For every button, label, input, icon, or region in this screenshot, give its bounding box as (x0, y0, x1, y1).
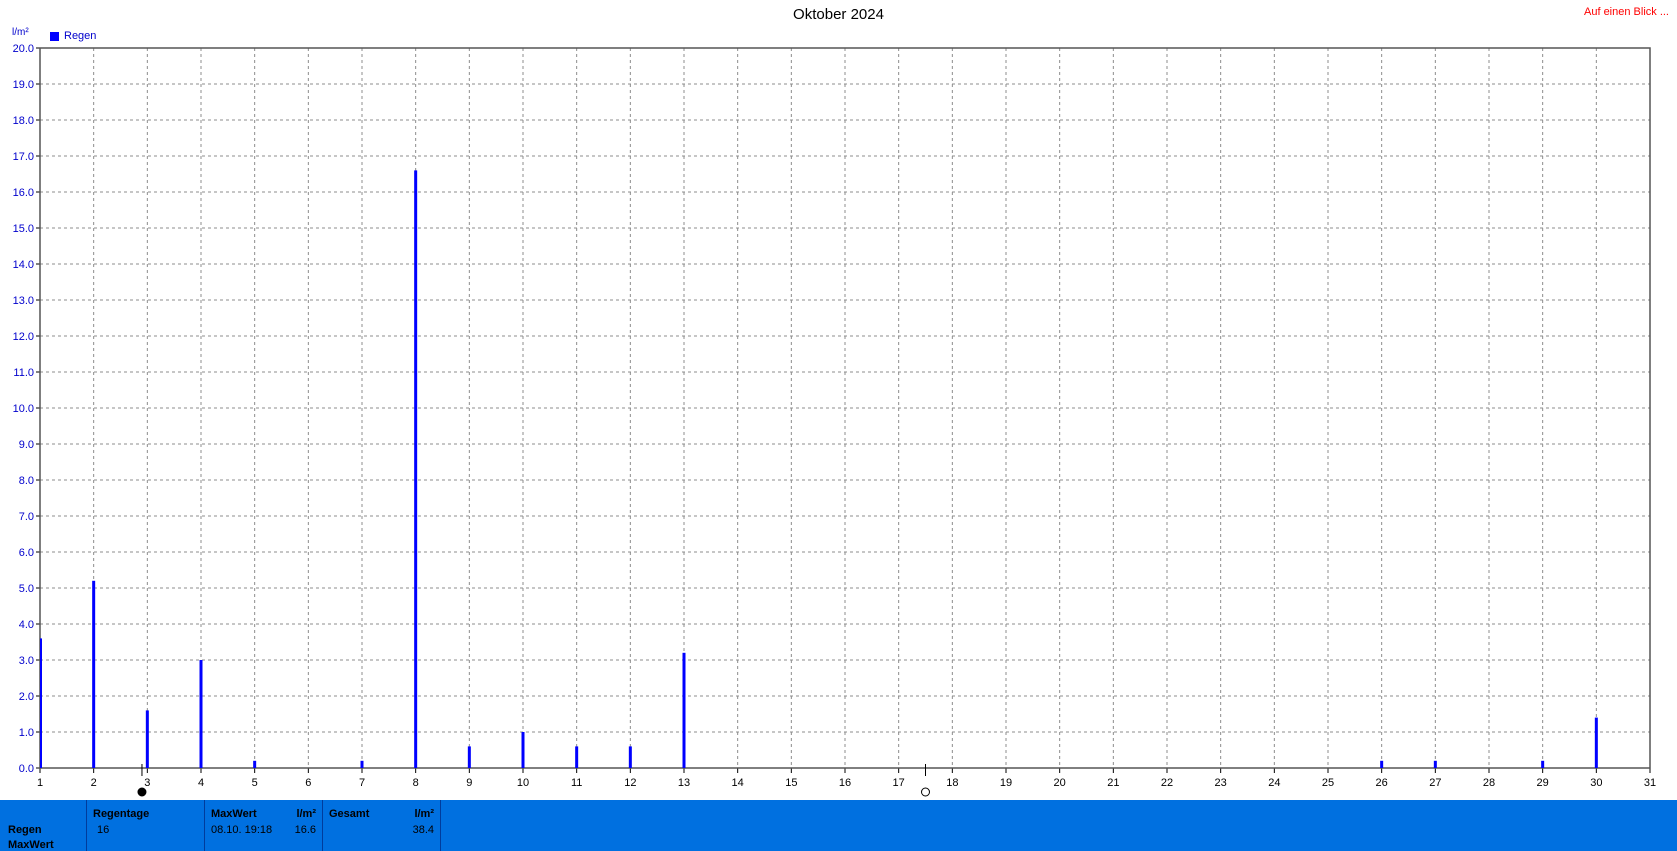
y-tick-label: 6.0 (19, 547, 34, 559)
x-tick-label: 5 (252, 777, 258, 789)
y-tick-label: 20.0 (13, 43, 34, 55)
rain-bar (682, 652, 686, 768)
maxwert-date: 08.10. 19:18 (211, 824, 273, 836)
y-tick-label: 15.0 (13, 223, 34, 235)
y-tick-label: 1.0 (19, 727, 34, 739)
y-tick-label: 0.0 (19, 763, 34, 775)
regentage-value: 16 (97, 824, 110, 836)
row-label-maxwert: MaxWert (8, 839, 54, 851)
y-tick-label: 4.0 (19, 619, 34, 631)
regentage-label: Regentage (93, 808, 150, 820)
rain-bar (1380, 760, 1384, 768)
x-tick-label: 13 (678, 777, 690, 789)
rain-bar (199, 660, 203, 768)
y-tick-label: 10.0 (13, 403, 34, 415)
new-moon-icon (137, 787, 147, 797)
x-tick-label: 12 (624, 777, 636, 789)
x-tick-label: 11 (571, 777, 582, 789)
x-tick-label: 3 (144, 777, 150, 789)
x-tick-label: 2 (91, 777, 97, 789)
y-tick-label: 13.0 (13, 295, 34, 307)
rain-bar (467, 746, 471, 768)
y-tick-label: 14.0 (13, 259, 34, 271)
rain-bar (575, 746, 579, 768)
rain-bar (1433, 760, 1437, 768)
x-tick-label: 26 (1376, 777, 1388, 789)
x-tick-label: 25 (1322, 777, 1334, 789)
y-tick-label: 17.0 (13, 151, 34, 163)
y-tick-label: 9.0 (19, 439, 34, 451)
x-tick-label: 14 (732, 777, 744, 789)
x-tick-label: 10 (517, 777, 529, 789)
x-tick-label: 1 (37, 777, 43, 789)
y-tick-label: 18.0 (13, 115, 34, 127)
footer-maxwert: MaxWert l/m² 08.10. 19:18 16.6 (205, 800, 323, 851)
x-tick-label: 29 (1537, 777, 1549, 789)
y-tick-label: 12.0 (13, 331, 34, 343)
y-tick-label: 7.0 (19, 511, 34, 523)
rain-bar (253, 760, 257, 768)
x-tick-label: 15 (785, 777, 797, 789)
x-tick-label: 17 (893, 777, 905, 789)
x-tick-label: 24 (1268, 777, 1280, 789)
rain-bar (40, 638, 42, 768)
y-tick-label: 5.0 (19, 583, 34, 595)
x-tick-label: 27 (1429, 777, 1441, 789)
rain-bar (92, 580, 96, 768)
gesamt-value: 38.4 (412, 824, 434, 836)
x-tick-label: 16 (839, 777, 851, 789)
y-tick-label: 8.0 (19, 475, 34, 487)
footer-row-labels: Regen MaxWert (0, 800, 87, 851)
maxwert-value: 16.6 (294, 824, 316, 836)
x-tick-label: 9 (466, 777, 472, 789)
y-tick-label: 16.0 (13, 187, 34, 199)
x-tick-label: 28 (1483, 777, 1495, 789)
x-tick-label: 20 (1054, 777, 1066, 789)
y-tick-label: 19.0 (13, 79, 34, 91)
row-label-regen: Regen (8, 824, 42, 836)
x-tick-label: 7 (359, 777, 365, 789)
x-tick-label: 21 (1107, 777, 1119, 789)
x-tick-label: 18 (946, 777, 958, 789)
gesamt-label: Gesamt (329, 808, 370, 820)
x-tick-label: 4 (198, 777, 204, 789)
y-tick-label: 11.0 (13, 367, 34, 379)
full-moon-icon (921, 787, 930, 797)
maxwert-unit: l/m² (296, 808, 316, 820)
x-tick-label: 22 (1161, 777, 1173, 789)
chart-area: 1 2 3 4 5 6 7 8 9 10 11 12 13 14 15 16 17 18 19 20 21 22 23 24 2… (13, 43, 1656, 797)
rain-bar (521, 732, 525, 768)
summary-footer: Regen MaxWert Regentage 16 MaxWert l/m² … (0, 800, 1677, 851)
y-tick-label: 3.0 (19, 655, 34, 667)
x-tick-label: 8 (413, 777, 419, 789)
rain-bar (1594, 717, 1598, 768)
rain-bar (414, 170, 418, 768)
footer-regentage: Regentage 16 (87, 800, 205, 851)
x-tick-label: 19 (1000, 777, 1012, 789)
x-tick-label: 23 (1215, 777, 1227, 789)
maxwert-label: MaxWert (211, 808, 257, 820)
gesamt-unit: l/m² (414, 808, 434, 820)
x-tick-label: 30 (1590, 777, 1602, 789)
rain-bar (1541, 760, 1545, 768)
rain-bar (145, 710, 149, 768)
y-tick-label: 2.0 (19, 691, 34, 703)
x-tick-label: 31 (1644, 777, 1656, 789)
x-tick-label: 6 (305, 777, 311, 789)
footer-gesamt: Gesamt l/m² 38.4 (323, 800, 441, 851)
rain-bar (628, 746, 632, 768)
rain-bar (360, 760, 364, 768)
